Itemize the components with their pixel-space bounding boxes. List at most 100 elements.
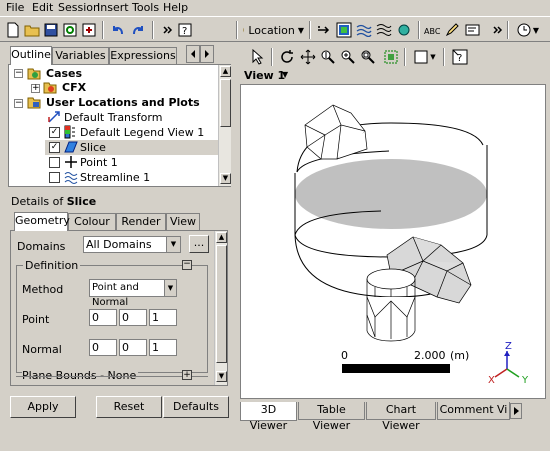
- normal-x-input[interactable]: 0: [89, 339, 117, 356]
- tab-chart-viewer[interactable]: Chart Viewer: [366, 402, 436, 432]
- tab-view[interactable]: View: [166, 213, 200, 231]
- point-y-input[interactable]: 0: [119, 309, 147, 326]
- domains-select[interactable]: All Domains ▼: [83, 236, 181, 253]
- zoom-box-icon[interactable]: [358, 47, 378, 67]
- definition-collapse-icon[interactable]: −: [182, 260, 192, 270]
- tree-scrollbar[interactable]: ▲ ▼: [218, 65, 231, 186]
- zoom-in-icon[interactable]: [338, 47, 358, 67]
- rotate-icon[interactable]: [278, 47, 298, 67]
- vector-icon[interactable]: [314, 20, 334, 40]
- cfx-case-icon: [43, 82, 57, 94]
- menu-file[interactable]: File: [6, 1, 24, 14]
- menu-insert[interactable]: Insert: [97, 1, 129, 14]
- tab-outline[interactable]: Outline: [10, 46, 52, 65]
- location-icon: [243, 27, 245, 33]
- viewer-help-icon[interactable]: ?: [450, 47, 470, 67]
- slice-checkbox[interactable]: ✓: [49, 142, 60, 153]
- point-label: Point: [22, 313, 50, 326]
- menu-session[interactable]: Session: [58, 1, 100, 14]
- tree-item-point[interactable]: Point 1: [80, 155, 118, 170]
- domains-browse-button[interactable]: ...: [189, 235, 209, 253]
- expand-user-locations-icon[interactable]: −: [14, 99, 23, 108]
- normal-z-input[interactable]: 1: [149, 339, 177, 356]
- tree-item-cases[interactable]: Cases: [46, 66, 82, 81]
- apply-button[interactable]: Apply: [10, 396, 76, 418]
- tree-item-legend[interactable]: Default Legend View 1: [80, 125, 204, 140]
- tab-colour[interactable]: Colour: [68, 213, 116, 231]
- plane-bounds-expand-icon[interactable]: +: [182, 370, 192, 380]
- tab-geometry[interactable]: Geometry: [14, 212, 70, 231]
- tab-table-viewer[interactable]: Table Viewer: [298, 402, 365, 432]
- menu-edit[interactable]: Edit: [32, 1, 53, 14]
- tree-item-default-transform[interactable]: Default Transform: [64, 110, 162, 125]
- expand-cases-icon[interactable]: −: [14, 69, 23, 78]
- toolbar-more-icon[interactable]: [488, 20, 508, 40]
- viewport-3d[interactable]: 0 2.000 (m) Z X Y: [240, 84, 546, 399]
- outline-tree: − Cases + CFX − User Locations and Plots…: [8, 64, 231, 187]
- point-z-input[interactable]: 1: [149, 309, 177, 326]
- volume-rendering-icon[interactable]: [374, 20, 394, 40]
- menu-tools[interactable]: Tools: [132, 1, 159, 14]
- tab-render[interactable]: Render: [116, 213, 166, 231]
- user-locations-folder-icon: [27, 97, 41, 109]
- menu-bar: File Edit Session Insert Tools Help: [0, 0, 550, 16]
- reset-button[interactable]: Reset: [96, 396, 162, 418]
- location-button[interactable]: Location ▼: [242, 20, 304, 40]
- tab-scroll-right-icon[interactable]: [200, 45, 214, 63]
- open-folder-icon[interactable]: [22, 20, 42, 40]
- help-icon[interactable]: ?: [175, 20, 195, 40]
- point-checkbox[interactable]: [49, 157, 60, 168]
- main-toolbar: ? Location ▼ ABC ▼: [0, 16, 550, 42]
- legend-checkbox[interactable]: ✓: [49, 127, 60, 138]
- scale-bar: [342, 364, 450, 373]
- view-title-bar[interactable]: View 1 ▼: [240, 69, 547, 83]
- details-scrollbar[interactable]: ▲ ▼: [214, 231, 227, 385]
- tab-comment-viewer[interactable]: Comment Vi: [437, 402, 510, 420]
- slice-plane: [295, 159, 487, 229]
- streamline-checkbox[interactable]: [49, 172, 60, 183]
- isosurface-icon[interactable]: [394, 20, 414, 40]
- pan-icon[interactable]: [298, 47, 318, 67]
- undo-icon[interactable]: [108, 20, 128, 40]
- tab-variables[interactable]: Variables: [52, 47, 109, 65]
- tree-item-user-locations[interactable]: User Locations and Plots: [46, 95, 200, 110]
- text-icon[interactable]: ABC: [423, 20, 443, 40]
- menu-help[interactable]: Help: [163, 1, 188, 14]
- expression-icon[interactable]: [463, 20, 483, 40]
- transform-icon: [48, 111, 60, 123]
- tab-3d-viewer[interactable]: 3D Viewer: [240, 402, 297, 432]
- zoom-icon[interactable]: [318, 47, 338, 67]
- fit-view-icon[interactable]: [381, 47, 401, 67]
- streamline-icon[interactable]: [354, 20, 374, 40]
- svg-text:?: ?: [182, 26, 187, 37]
- save-icon[interactable]: [41, 20, 61, 40]
- edit-icon[interactable]: [443, 20, 463, 40]
- tree-item-streamline[interactable]: Streamline 1: [80, 170, 150, 185]
- contour-icon[interactable]: [334, 20, 354, 40]
- select-pointer-icon[interactable]: [248, 47, 268, 67]
- viewer-tab-scroll-right-icon[interactable]: [510, 403, 522, 419]
- export-icon[interactable]: [79, 20, 99, 40]
- method-select[interactable]: Point and Normal ▼: [89, 279, 177, 308]
- bottom-pipe-mesh: [366, 268, 416, 342]
- axis-y-label: Y: [522, 375, 529, 386]
- domains-dropdown-icon[interactable]: ▼: [166, 237, 180, 252]
- scale-label-right: 2.000: [414, 349, 446, 362]
- expand-cfx-icon[interactable]: +: [31, 84, 40, 93]
- point-x-input[interactable]: 0: [89, 309, 117, 326]
- method-dropdown-icon[interactable]: ▼: [164, 280, 176, 296]
- viewport-layout-button[interactable]: ▼: [411, 47, 439, 67]
- details-panel: Domains All Domains ▼ ... Definition − M…: [10, 230, 228, 386]
- view-title: View 1: [244, 69, 286, 82]
- tree-item-slice[interactable]: Slice: [80, 140, 106, 155]
- tab-scroll-left-icon[interactable]: [186, 45, 200, 63]
- clock-button[interactable]: ▼: [512, 20, 544, 40]
- defaults-button[interactable]: Defaults: [163, 396, 229, 418]
- tree-item-cfx[interactable]: CFX: [62, 80, 86, 95]
- tab-expressions[interactable]: Expressions: [109, 47, 177, 65]
- view-dropdown-icon[interactable]: ▼: [282, 70, 288, 79]
- new-file-icon[interactable]: [3, 20, 23, 40]
- refresh-icon[interactable]: [60, 20, 80, 40]
- redo-icon[interactable]: [128, 20, 148, 40]
- normal-y-input[interactable]: 0: [119, 339, 147, 356]
